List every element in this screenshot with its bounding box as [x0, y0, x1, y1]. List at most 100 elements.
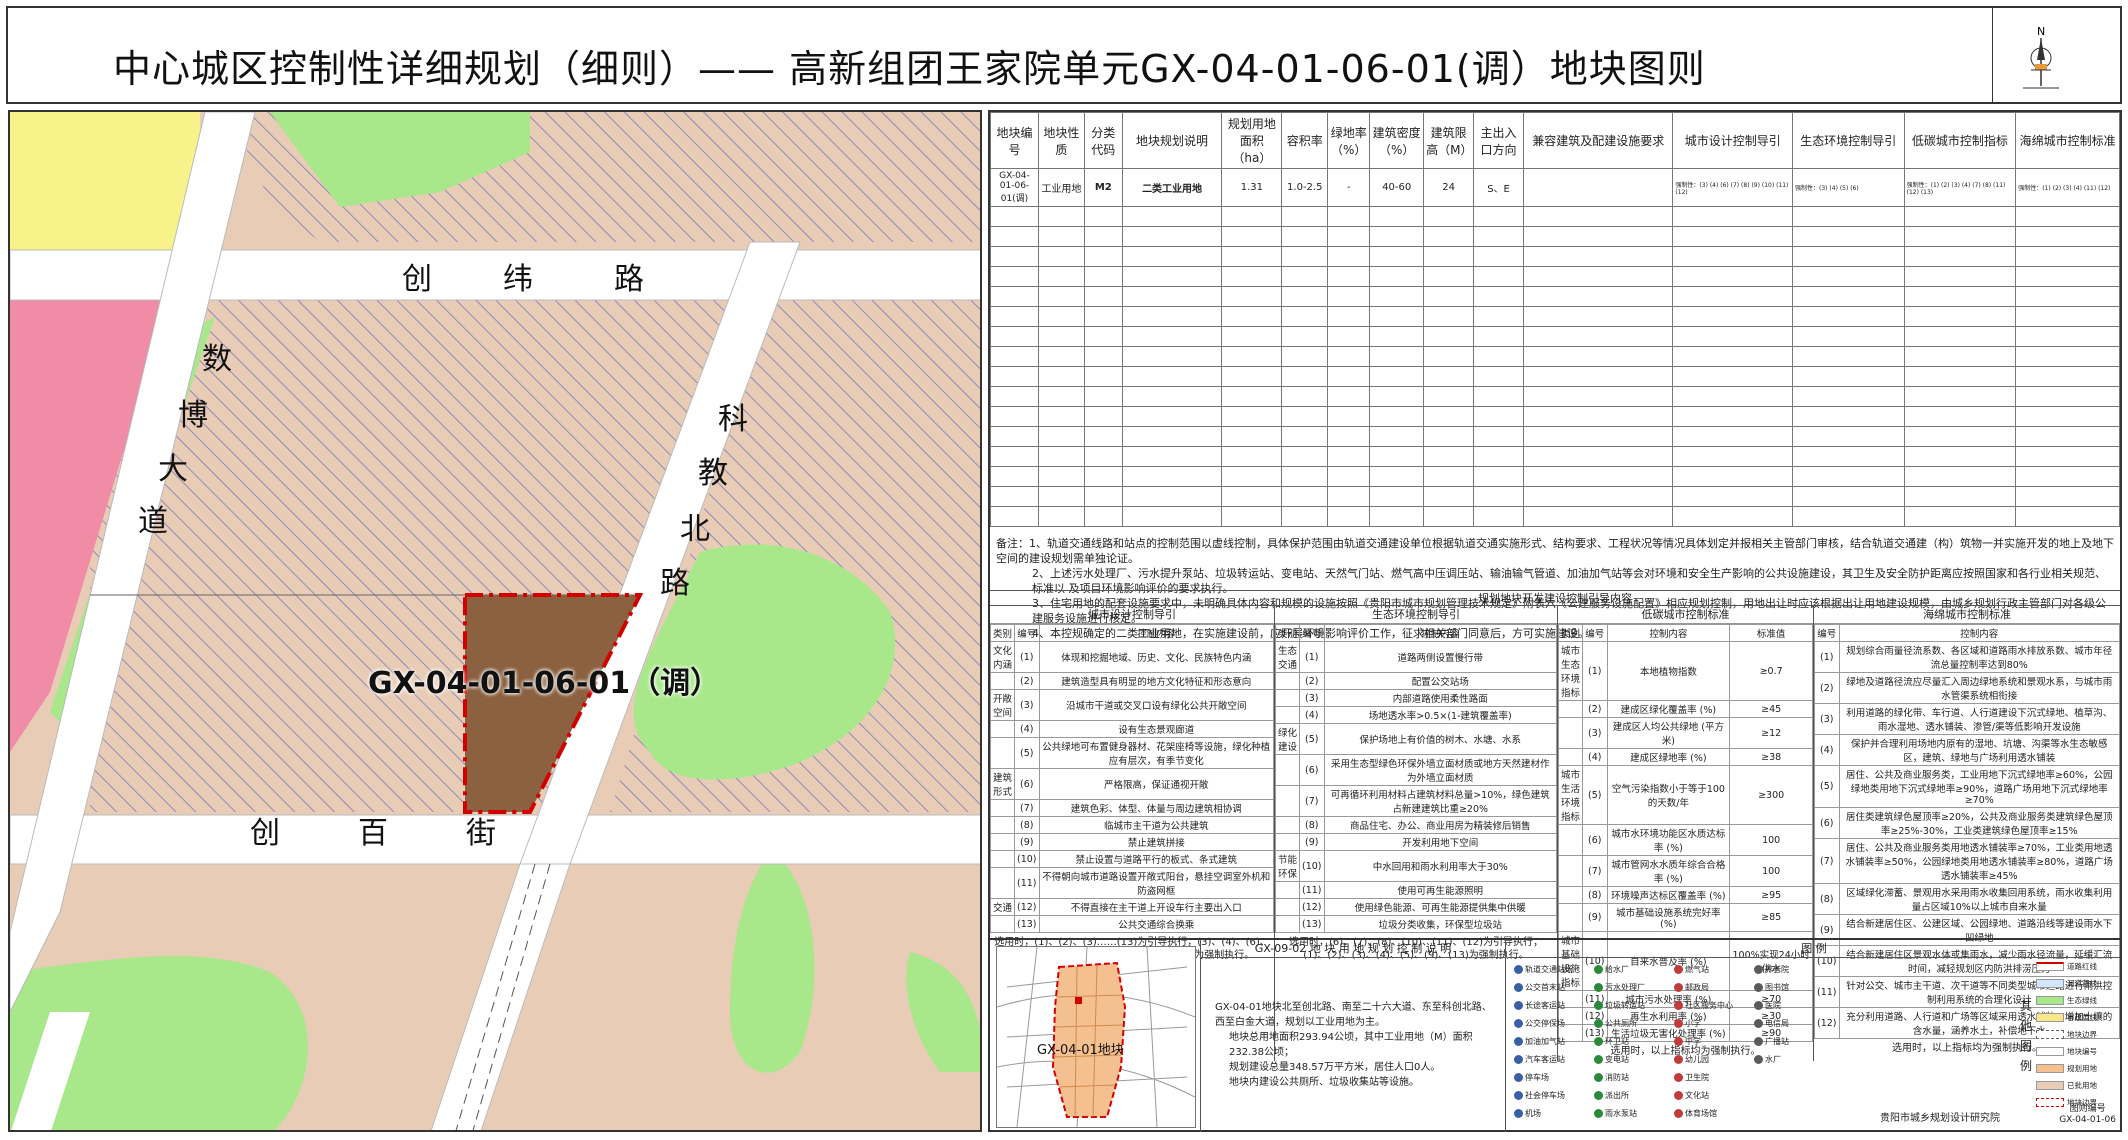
- line-legend: 道路红线 河道蓝线 生态绿线 市政黄线 地块边界 地块编号 规划用地 已批用地 地块边界: [2036, 958, 2118, 1111]
- guide-cell: 公共交通综合换乘: [1038, 915, 1275, 933]
- guide-cell: 垃圾分类收集，环保型垃圾站: [1323, 915, 1558, 933]
- guide-cell: [990, 720, 1015, 738]
- th-height: 建筑限高（M）: [1423, 112, 1475, 169]
- guide-cell: (12): [1299, 898, 1325, 916]
- inset-map: GX-04-01地块: [996, 946, 1196, 1128]
- guide-cell: (6): [1014, 768, 1040, 800]
- guide-cell: 100: [1729, 824, 1813, 856]
- line-legend-swatch-icon: [2036, 1030, 2064, 1039]
- drawing-code: 图则编号 GX-04-01-06: [2059, 1104, 2116, 1126]
- table-row: (7) 城市管网水水质年综合合格率 (%) 100: [1558, 855, 1813, 887]
- line-legend-row: 规划用地: [2036, 1060, 2118, 1077]
- legend-item-label: 派出所: [1605, 1091, 1629, 1100]
- legend-symbol-icon: [1754, 1037, 1763, 1046]
- north-arrow-box: N: [1992, 8, 2102, 102]
- line-legend-swatch-icon: [2036, 1047, 2064, 1056]
- guide-header-cell: 控制内容: [1323, 624, 1558, 642]
- road-label-chuangwei-3: 路: [614, 262, 644, 297]
- legend-symbol-icon: [1754, 1055, 1763, 1064]
- legend-item: 卫生院: [1674, 1072, 1709, 1083]
- guide-cell: 设有生态景观廊道: [1038, 720, 1275, 738]
- guide-cell: (1): [1299, 641, 1325, 673]
- legend-item-label: 变电站: [1605, 1055, 1629, 1064]
- table-row: (2) 建筑造型具有明显的地方文化特征和形态意向: [990, 672, 1275, 690]
- guide-cell: 城市水环境功能区水质达标率 (%): [1606, 824, 1731, 856]
- guide-cell: (8): [1299, 816, 1325, 834]
- line-legend-row: 地块边界: [2036, 1026, 2118, 1043]
- legend-symbol-icon: [1674, 1073, 1683, 1082]
- th-green: 绿地率（%）: [1327, 112, 1371, 169]
- guide-header-cell: 类别: [1275, 624, 1300, 642]
- guide-cell: 本地植物指数: [1606, 641, 1731, 701]
- table-row: (9) 城市基础设施系统完好率 (%) ≥85: [1558, 903, 1813, 932]
- cell-height: 24: [1423, 168, 1475, 207]
- guide-cell: 可再循环利用材料占建筑材料总量>10%，绿色建筑占新建建筑比重≥20%: [1323, 785, 1558, 817]
- legend-item-label: 机场: [1525, 1109, 1541, 1118]
- legend-symbol-icon: [1594, 965, 1603, 974]
- guide-cell: (7): [1582, 855, 1608, 887]
- guide-cell: (2): [1582, 700, 1608, 718]
- line-legend-label: 地块边界: [2067, 1030, 2097, 1039]
- legend-symbol-icon: [1514, 1091, 1523, 1100]
- guide-cell: 配置公交站场: [1323, 672, 1558, 690]
- road-chuangwei: [10, 249, 980, 301]
- legend-item: 消防站: [1594, 1072, 1629, 1083]
- guide-cell: 100: [1729, 855, 1813, 887]
- legend-symbol-icon: [1674, 1055, 1683, 1064]
- guide-cell: (1): [1814, 641, 1840, 673]
- guide-cell: (5): [1814, 765, 1840, 808]
- guide-column-title: 生态环境控制导引: [1275, 606, 1557, 624]
- guide-cell: [990, 799, 1015, 817]
- north-label: N: [2037, 25, 2045, 38]
- guide-cell: 建成区人均公共绿地 (平方米): [1606, 717, 1731, 749]
- guide-cell: (9): [1014, 833, 1040, 851]
- guide-cell: [1558, 717, 1583, 749]
- table-row: (6) 居住类建筑绿色屋顶率≥20%，公共及商业服务类建筑绿色屋顶率≥25%-30…: [1814, 807, 2121, 839]
- legend-item-label: 环卫站: [1605, 1037, 1629, 1046]
- legend-symbol-icon: [1674, 1037, 1683, 1046]
- guide-cell: 采用生态型绿色环保外墙立面材质或地方天然建材作为外墙立面材质: [1323, 754, 1558, 786]
- line-legend-swatch-icon: [2036, 1013, 2064, 1022]
- table-row: [990, 486, 2120, 507]
- page-title: 中心城区控制性详细规划（细则）—— 高新组团王家院单元GX-04-01-06-0…: [113, 47, 1706, 91]
- table-row: 交通 (12) 不得直接在主干道上开设车行主要出入口: [990, 898, 1275, 916]
- guide-column-title: 城市设计控制导引: [990, 606, 1274, 624]
- legend-item: 医院: [1754, 1000, 1781, 1011]
- legend-item: 小学: [1674, 1018, 1701, 1029]
- main-table: 地块编号 地块性质 分类代码 地块规划说明 规划用地面积（ha） 容积率 绿地率…: [990, 112, 2120, 527]
- table-row: GX-04-01-06-01(调) 工业用地 M2 二类工业用地 1.31 1.…: [990, 168, 2120, 207]
- road-label-kejiao-1: 科: [718, 402, 748, 437]
- legend-item: 公共厕所: [1594, 1018, 1637, 1029]
- guide-cell: ≥45: [1729, 700, 1813, 718]
- guide-cell: [990, 850, 1015, 868]
- legend-item-label: 加油加气站: [1525, 1037, 1565, 1046]
- road-label-shubo-1: 数: [202, 342, 232, 377]
- table-row: 文化内涵 (1) 体现和挖掘地域、历史、文化、民族特色内涵: [990, 641, 1275, 673]
- guide-header-cell: 编号: [1299, 624, 1325, 642]
- legend-item: 文化站: [1674, 1090, 1709, 1101]
- table-row: (5) 居住、公共及商业服务类，工业用地下沉式绿地率≥60%，公园绿地类用地下沉式…: [1814, 765, 2121, 808]
- legend-symbol-icon: [1594, 1055, 1603, 1064]
- guide-cell: [1275, 881, 1300, 899]
- th-design: 城市设计控制导引: [1672, 112, 1793, 169]
- table-row: (2) 配置公交站场: [1275, 672, 1558, 690]
- legend-item-label: 消防站: [1605, 1073, 1629, 1082]
- legend-item-label: 水厂: [1765, 1055, 1781, 1064]
- note-1: 备注：1、轨道交通线路和站点的控制范围以虚线控制，具体保护范围由轨道交通建设单位…: [996, 537, 2114, 565]
- table-row: (13) 垃圾分类收集，环保型垃圾站: [1275, 915, 1558, 933]
- legend-item-label: 给水厂: [1605, 965, 1629, 974]
- line-legend-swatch-icon: [2036, 1081, 2064, 1090]
- guide-cell: [1275, 754, 1300, 786]
- legend-item: 公交首末站: [1514, 982, 1565, 993]
- guide-cell: (3): [1582, 717, 1608, 749]
- guide-cell: (7): [1299, 785, 1325, 817]
- guide-cell: (2): [1299, 672, 1325, 690]
- cell-design: 强制性：(3) (4) (6) (7) (8) (9) (10) (11) (1…: [1672, 168, 1793, 207]
- legend-item-label: 养老院: [1765, 965, 1789, 974]
- guide-cell: 空气污染指数小于等于100的天数/年: [1606, 765, 1731, 825]
- th-entry: 主出入口方向: [1473, 112, 1524, 169]
- table-row: (7) 建筑色彩、体型、体量与周边建筑相协调: [990, 799, 1275, 817]
- table-row: [990, 426, 2120, 447]
- cell-area: 1.31: [1221, 168, 1283, 207]
- guide-cell: 严格限高，保证通视开敞: [1038, 768, 1275, 800]
